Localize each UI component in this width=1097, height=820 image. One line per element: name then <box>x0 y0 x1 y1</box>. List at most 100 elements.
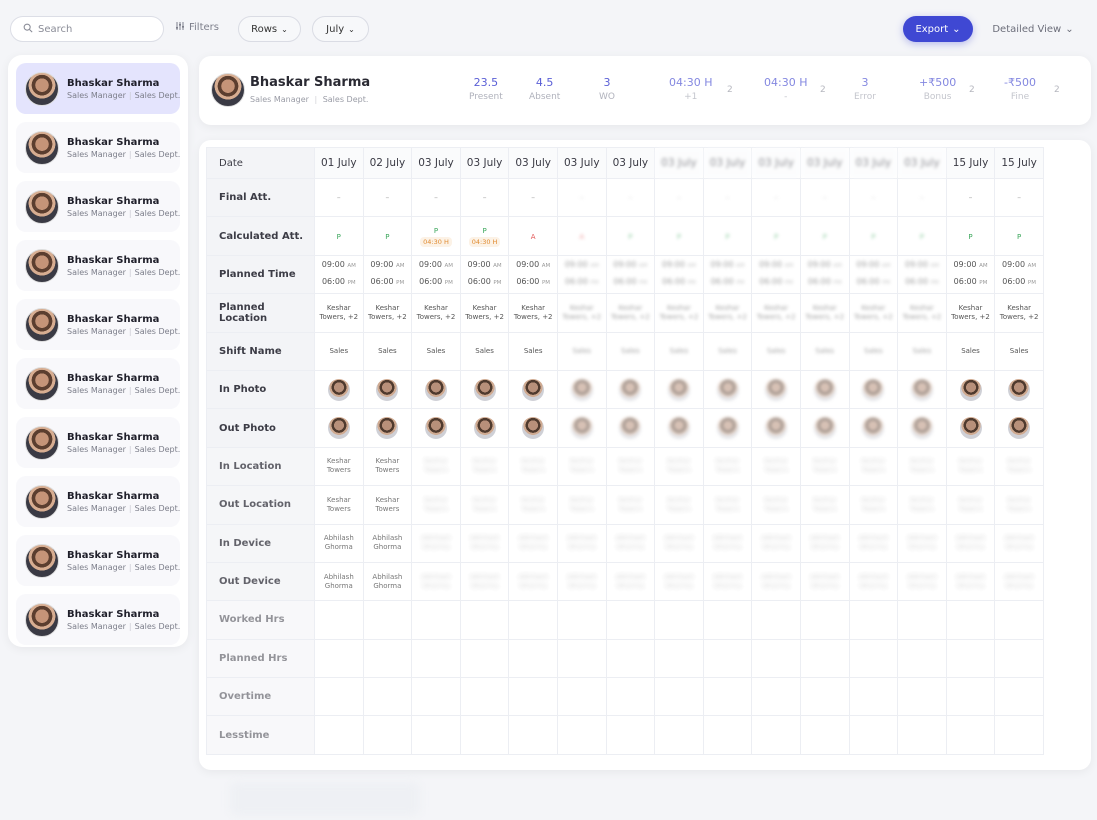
table-cell <box>702 715 753 755</box>
photo-thumbnail[interactable] <box>327 378 350 401</box>
table-cell <box>362 408 413 448</box>
rows-dropdown[interactable]: Rows ⌄ <box>238 16 301 42</box>
table-cell: P <box>605 216 656 256</box>
att-present: P <box>1016 232 1022 241</box>
photo-thumbnail[interactable] <box>959 417 982 440</box>
photo-thumbnail[interactable] <box>813 417 836 440</box>
stat-label: Bonus <box>923 92 952 102</box>
table-cell: Keshar Towers <box>362 446 413 487</box>
photo-thumbnail[interactable] <box>959 378 982 401</box>
chevron-down-icon: ⌄ <box>348 24 355 34</box>
device-cell: Abhilash Ghorma <box>372 572 403 590</box>
photo-thumbnail[interactable] <box>424 378 447 401</box>
att-present: P <box>725 232 730 241</box>
employee-list: Bhaskar Sharma Sales Manager | Sales Dept. B… <box>8 55 188 647</box>
photo-thumbnail[interactable] <box>667 378 690 401</box>
search-input[interactable] <box>38 23 148 35</box>
photo-thumbnail[interactable] <box>570 417 593 440</box>
filters-button[interactable]: Filters <box>175 21 219 34</box>
device-cell: Abhilash Ghorma <box>761 534 792 552</box>
dash: – <box>677 193 681 203</box>
photo-thumbnail[interactable] <box>424 417 447 440</box>
table-cell <box>654 600 704 640</box>
planned-location: Keshar Towers, +2 <box>465 303 504 321</box>
table-cell <box>945 638 996 679</box>
employee-card[interactable]: Bhaskar Sharma Sales Manager | Sales Dept. <box>16 122 180 173</box>
date-header: 03 July <box>897 147 947 179</box>
stat-count: 2 <box>820 85 826 95</box>
photo-thumbnail[interactable] <box>376 378 399 401</box>
table-cell <box>362 677 413 717</box>
export-button[interactable]: Export ⌄ <box>903 16 973 42</box>
employee-card[interactable]: Bhaskar Sharma Sales Manager | Sales Dept. <box>16 63 180 114</box>
table-row: Overtime <box>206 677 1044 717</box>
summary-name: Bhaskar Sharma <box>250 75 371 90</box>
photo-thumbnail[interactable] <box>522 378 545 401</box>
photo-thumbnail[interactable] <box>619 378 642 401</box>
table-cell <box>508 677 558 717</box>
employee-card[interactable]: Bhaskar Sharma Sales Manager | Sales Dept. <box>16 358 180 409</box>
employee-text: Bhaskar Sharma Sales Manager | Sales Dept. <box>67 373 180 395</box>
photo-thumbnail[interactable] <box>327 417 350 440</box>
photo-thumbnail[interactable] <box>910 417 933 440</box>
photo-thumbnail[interactable] <box>473 417 496 440</box>
device-cell: Abhilash Ghorma <box>712 572 743 590</box>
photo-thumbnail[interactable] <box>716 417 739 440</box>
employee-name: Bhaskar Sharma <box>67 195 160 207</box>
photo-thumbnail[interactable] <box>570 378 593 401</box>
date-header: 03 July <box>605 147 656 179</box>
table-cell: 09:00 AM 06:00 PM <box>314 254 364 295</box>
att-present: P <box>871 232 876 241</box>
search-box[interactable] <box>10 16 164 42</box>
table-cell: Keshar Towers <box>848 485 899 525</box>
photo-thumbnail[interactable] <box>862 417 885 440</box>
photo-thumbnail[interactable] <box>1008 378 1031 401</box>
table-cell <box>994 408 1044 448</box>
table-cell: Abhilash Ghorma <box>556 561 607 602</box>
photo-thumbnail[interactable] <box>473 378 496 401</box>
photo-thumbnail[interactable] <box>716 378 739 401</box>
employee-card[interactable]: Bhaskar Sharma Sales Manager | Sales Dept. <box>16 476 180 527</box>
photo-thumbnail[interactable] <box>522 417 545 440</box>
table-cell: Keshar Towers, +2 <box>556 293 607 333</box>
table-cell <box>848 715 899 755</box>
stat-label: WO <box>599 92 615 102</box>
employee-card[interactable]: Bhaskar Sharma Sales Manager | Sales Dept. <box>16 240 180 291</box>
separator: | <box>128 267 132 277</box>
photo-thumbnail[interactable] <box>765 378 788 401</box>
table-cell <box>314 600 364 640</box>
month-dropdown[interactable]: July ⌄ <box>312 16 369 42</box>
att-present: P <box>774 232 779 241</box>
photo-thumbnail[interactable] <box>862 378 885 401</box>
view-label: Detailed View <box>992 23 1062 35</box>
table-cell: Keshar Towers <box>459 485 510 525</box>
employee-card[interactable]: Bhaskar Sharma Sales Manager | Sales Dept. <box>16 181 180 232</box>
table-cell: 09:00 AM 06:00 PM <box>897 254 947 295</box>
summary-stat: 3 WO <box>599 76 615 102</box>
table-cell <box>799 715 850 755</box>
table-cell: Sales <box>314 331 364 371</box>
photo-thumbnail[interactable] <box>376 417 399 440</box>
table-cell <box>314 638 364 679</box>
table-cell <box>411 715 461 755</box>
planned-time: 09:00 AM 06:00 PM <box>321 260 356 287</box>
photo-thumbnail[interactable] <box>667 417 690 440</box>
employee-card[interactable]: Bhaskar Sharma Sales Manager | Sales Dept. <box>16 535 180 586</box>
employee-card[interactable]: Bhaskar Sharma Sales Manager | Sales Dept. <box>16 594 180 645</box>
table-cell: Abhilash Ghorma <box>751 523 801 563</box>
table-cell: 09:00 AM 06:00 PM <box>945 254 996 295</box>
photo-thumbnail[interactable] <box>619 417 642 440</box>
dash: – <box>434 193 438 203</box>
employee-card[interactable]: Bhaskar Sharma Sales Manager | Sales Dept. <box>16 299 180 350</box>
employee-role-text: Sales Manager <box>67 503 126 513</box>
employee-card[interactable]: Bhaskar Sharma Sales Manager | Sales Dept. <box>16 417 180 468</box>
photo-thumbnail[interactable] <box>910 378 933 401</box>
table-cell: Abhilash Ghorma <box>945 523 996 563</box>
table-cell: 09:00 AM 06:00 PM <box>799 254 850 295</box>
table-cell <box>411 369 461 410</box>
table-cell <box>751 677 801 717</box>
photo-thumbnail[interactable] <box>813 378 836 401</box>
photo-thumbnail[interactable] <box>1008 417 1031 440</box>
view-dropdown[interactable]: Detailed View ⌄ <box>985 16 1081 42</box>
photo-thumbnail[interactable] <box>765 417 788 440</box>
